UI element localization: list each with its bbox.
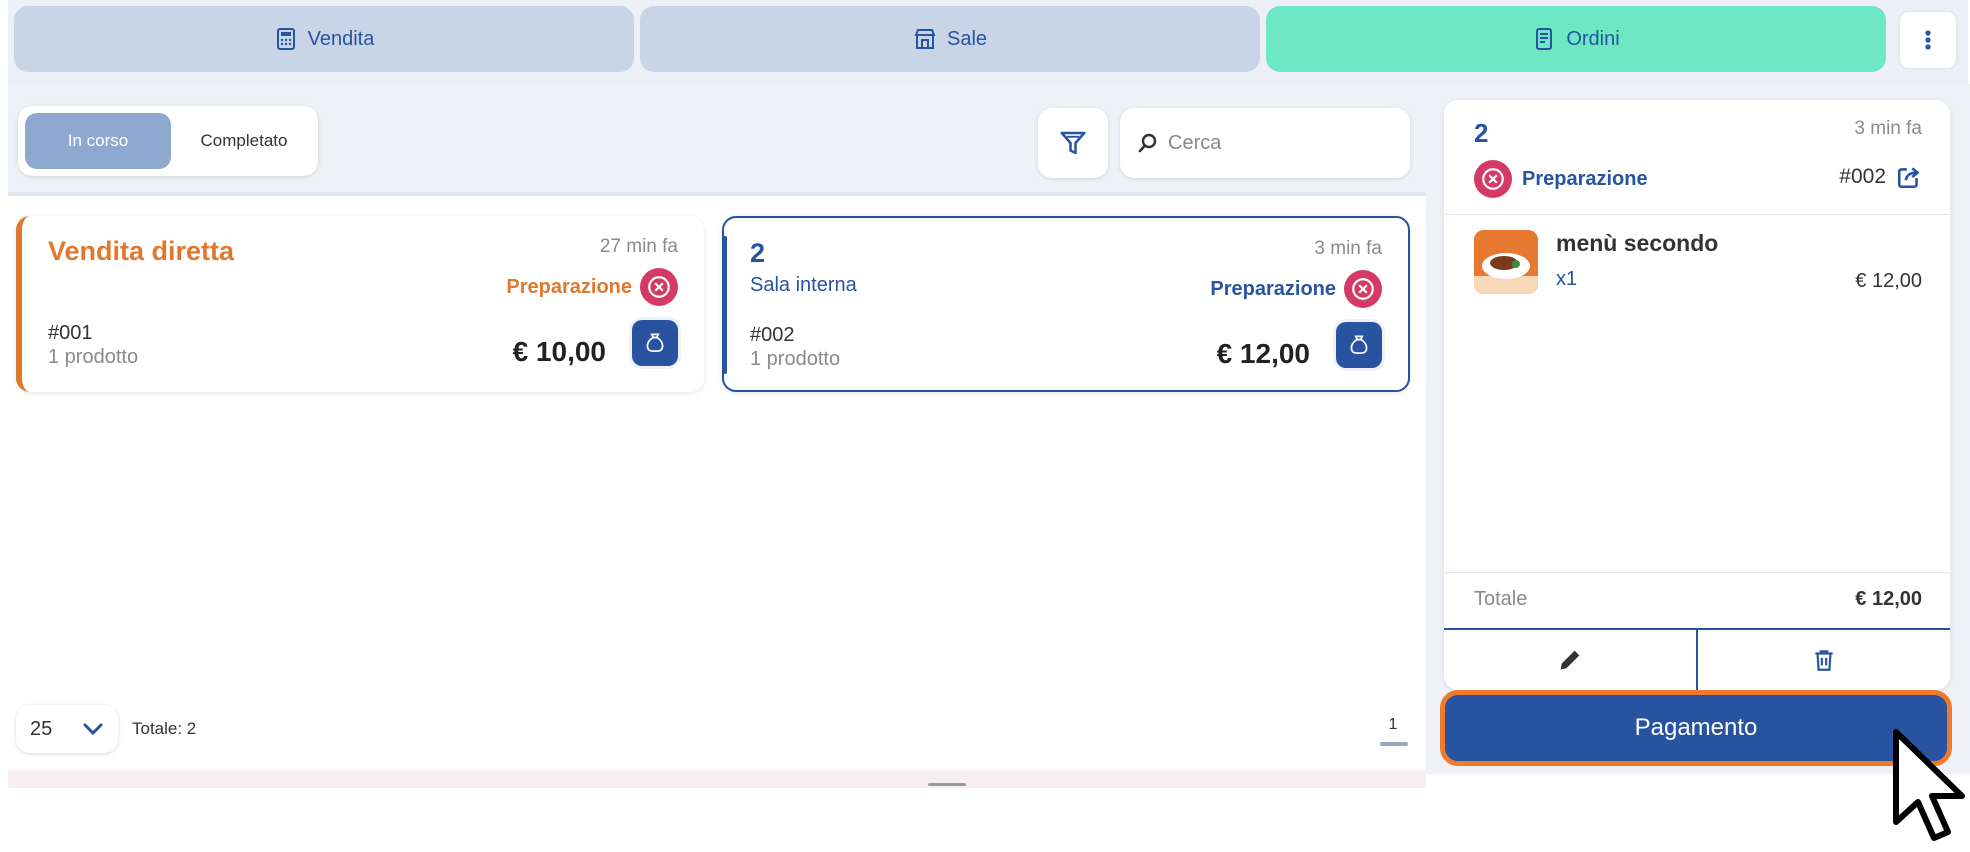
pagination-bar: 25 Totale: 2	[16, 704, 196, 754]
share-icon[interactable]	[1896, 164, 1922, 190]
total-label: Totale	[1474, 588, 1528, 610]
filter-button[interactable]	[1038, 108, 1108, 178]
detail-order-code: #002	[1839, 164, 1922, 190]
segment-completato[interactable]: Completato	[174, 113, 314, 169]
tab-sale[interactable]: Sale	[640, 6, 1260, 72]
store-icon	[914, 29, 936, 49]
app-root: Vendita Sale Ordini In corso Completato	[0, 0, 1970, 852]
orders-list-area: In corso Completato Vendita diretta 27 m…	[8, 84, 1426, 774]
delete-button[interactable]	[1696, 630, 1950, 690]
order-time: 3 min fa	[1314, 238, 1382, 259]
trash-icon	[1815, 650, 1833, 671]
item-name: menù secondo	[1556, 230, 1719, 256]
pay-bag-button[interactable]	[1336, 322, 1382, 368]
order-total: € 10,00	[512, 336, 606, 367]
selected-indicator	[722, 236, 727, 374]
order-title: 2	[750, 238, 766, 268]
edit-button[interactable]	[1444, 630, 1696, 690]
total-count: Totale: 2	[132, 719, 197, 738]
order-title: Vendita diretta	[48, 236, 235, 266]
search-box	[1120, 108, 1410, 178]
mouse-cursor-icon	[1893, 729, 1965, 841]
order-detail-card: 2 3 min fa Preparazione #002 menù second…	[1444, 100, 1950, 690]
filter-bar: In corso Completato	[8, 84, 1426, 196]
order-status-label: Preparazione	[1210, 277, 1336, 300]
order-status-label: Preparazione	[506, 275, 632, 298]
item-quantity: x1	[1556, 268, 1578, 290]
order-card[interactable]: Vendita diretta 27 min fa Preparazione #…	[16, 216, 704, 392]
receipt-icon	[1536, 28, 1553, 50]
cancel-circle-icon[interactable]	[1344, 270, 1382, 308]
product-image	[1474, 230, 1538, 294]
tab-sale-label: Sale	[946, 27, 988, 50]
order-total: € 12,00	[1216, 338, 1310, 369]
order-product-count: 1 prodotto	[750, 348, 841, 370]
total-value: € 12,00	[1855, 588, 1922, 610]
order-number: #002	[750, 324, 795, 346]
current-page-indicator	[1380, 742, 1408, 746]
tab-vendita[interactable]: Vendita	[14, 6, 634, 72]
order-time: 27 min fa	[599, 236, 678, 257]
order-status: Preparazione	[1210, 270, 1382, 308]
funnel-icon	[1060, 131, 1086, 155]
divider	[1444, 572, 1950, 573]
tab-ordini[interactable]: Ordini	[1266, 6, 1886, 72]
segment-in-corso[interactable]: In corso	[25, 113, 171, 169]
order-number: #001	[48, 322, 93, 344]
detail-actions	[1444, 628, 1950, 690]
pay-bag-button[interactable]	[632, 320, 678, 366]
cancel-circle-icon[interactable]	[640, 268, 678, 306]
detail-order-code-text: #002	[1839, 165, 1886, 188]
chevron-down-icon	[83, 723, 103, 736]
order-product-count: 1 prodotto	[48, 346, 139, 368]
search-icon	[1138, 133, 1157, 153]
detail-status-label: Preparazione	[1522, 167, 1648, 190]
tab-ordini-label: Ordini	[1566, 27, 1620, 50]
bottom-sheet-strip	[8, 770, 1426, 788]
detail-time: 3 min fa	[1854, 118, 1922, 139]
page-number[interactable]: 1	[1378, 716, 1408, 734]
more-vertical-icon	[1925, 30, 1931, 50]
search-input[interactable]	[1168, 131, 1398, 155]
money-bag-icon	[1350, 335, 1368, 354]
pencil-icon	[1560, 650, 1580, 670]
more-menu-button[interactable]	[1898, 10, 1958, 70]
status-segmented-control: In corso Completato	[18, 106, 318, 176]
top-tab-bar: Vendita Sale Ordini	[8, 0, 1968, 84]
payment-button[interactable]: Pagamento	[1440, 690, 1952, 766]
detail-table-number: 2	[1474, 118, 1489, 148]
detail-status: Preparazione	[1474, 160, 1648, 198]
drag-handle[interactable]	[928, 783, 966, 786]
money-bag-icon	[646, 333, 664, 352]
register-icon	[276, 28, 295, 50]
order-status: Preparazione	[506, 268, 678, 306]
item-price: € 12,00	[1855, 270, 1922, 292]
page-size-select[interactable]: 25	[16, 705, 118, 753]
order-room: Sala interna	[750, 274, 857, 296]
tab-vendita-label: Vendita	[307, 27, 375, 50]
divider	[1444, 214, 1950, 215]
cancel-circle-icon[interactable]	[1474, 160, 1512, 198]
page-size-value: 25	[30, 717, 53, 740]
order-card[interactable]: 2 Sala interna 3 min fa Preparazione #00…	[722, 216, 1410, 392]
